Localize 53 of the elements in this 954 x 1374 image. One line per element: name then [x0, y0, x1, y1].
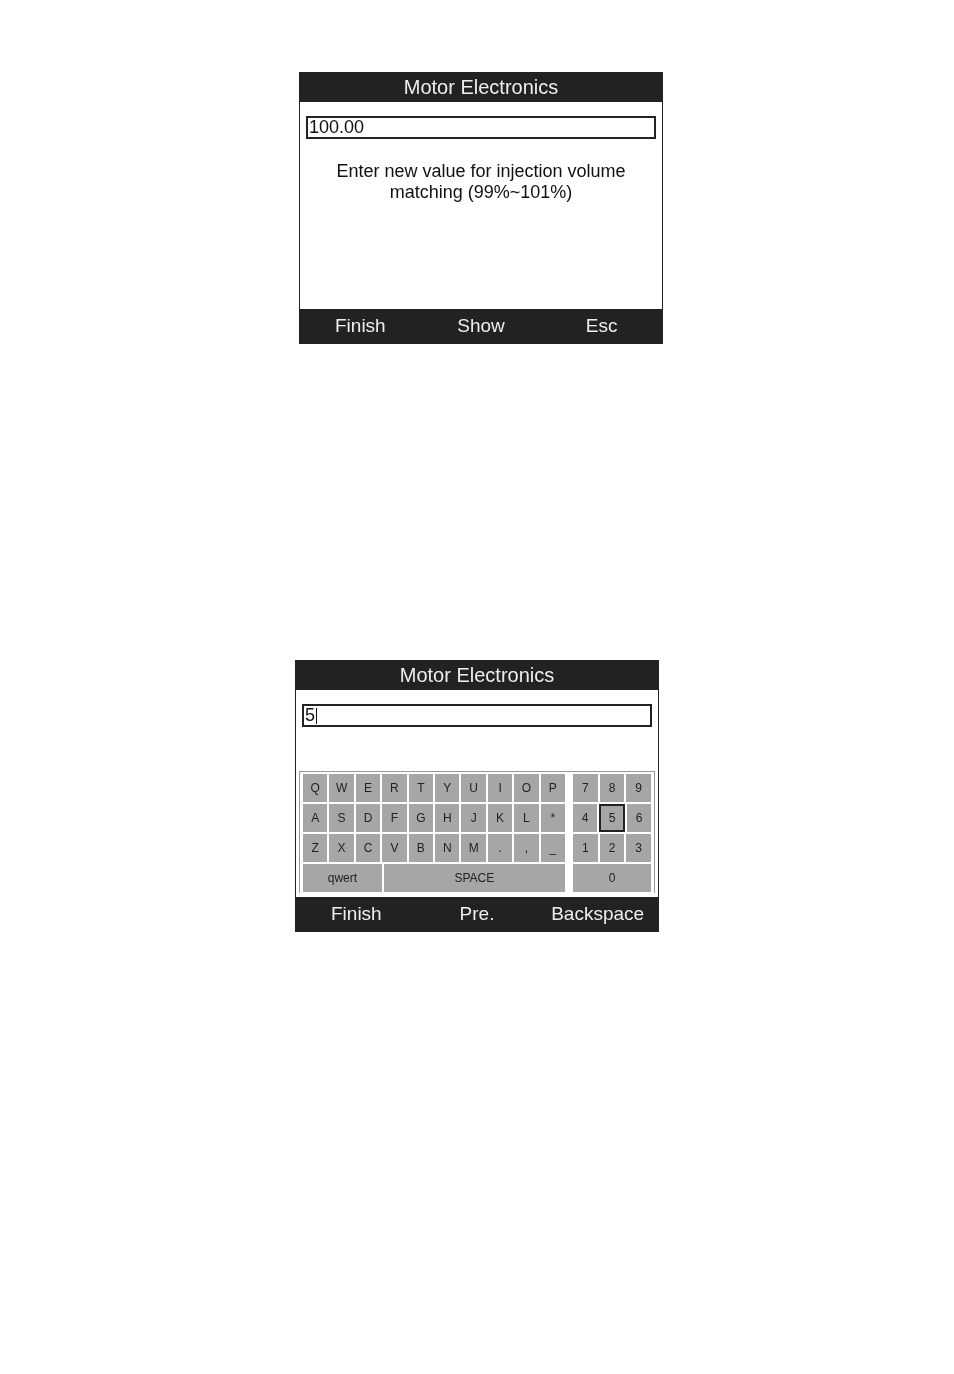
keyboard-key[interactable]: T	[408, 774, 434, 802]
keyboard-key[interactable]: U	[461, 774, 486, 802]
keyboard-key[interactable]: X	[329, 834, 354, 862]
keyboard-key[interactable]: 1	[573, 834, 598, 862]
keyboard-key[interactable]: 8	[599, 774, 625, 802]
keyboard-key[interactable]: 9	[626, 774, 651, 802]
keyboard-key[interactable]: S	[329, 804, 354, 832]
keyboard-key[interactable]: 6	[627, 804, 651, 832]
keyboard-key[interactable]: F	[382, 804, 407, 832]
instruction-text: Enter new value for injection volume matching (99%~101%)	[335, 161, 627, 203]
keyboard-key[interactable]: .	[487, 834, 513, 862]
softkey-button[interactable]: Backspace	[537, 903, 658, 925]
keyboard-key[interactable]: E	[355, 774, 381, 802]
keyboard-key[interactable]: C	[355, 834, 381, 862]
keyboard-key[interactable]: Z	[303, 834, 328, 862]
input-field[interactable]: 100.00	[306, 116, 656, 139]
keyboard-key[interactable]: qwert	[303, 864, 382, 892]
input-field[interactable]: 5	[302, 704, 652, 727]
keyboard-key[interactable]: *	[540, 804, 566, 832]
keyboard-key[interactable]: 2	[599, 834, 625, 862]
keyboard-key[interactable]: 7	[573, 774, 598, 802]
keyboard-key[interactable]: P	[540, 774, 566, 802]
keyboard-key[interactable]: _	[540, 834, 566, 862]
keyboard-key[interactable]: K	[487, 804, 513, 832]
keyboard-key[interactable]: V	[382, 834, 407, 862]
keyboard-key[interactable]: R	[382, 774, 407, 802]
keyboard-key[interactable]: N	[435, 834, 460, 862]
keyboard-key[interactable]: Y	[435, 774, 460, 802]
keyboard-key[interactable]: O	[514, 774, 539, 802]
keyboard-key[interactable]: A	[303, 804, 328, 832]
keyboard-key[interactable]: J	[461, 804, 486, 832]
keyboard-key[interactable]: L	[514, 804, 539, 832]
keyboard-key[interactable]: G	[408, 804, 434, 832]
keyboard-key[interactable]: B	[408, 834, 434, 862]
softkey-button[interactable]: Pre.	[416, 903, 538, 925]
softkey-button[interactable]: Finish	[296, 903, 417, 925]
keyboard-key[interactable]: 0	[573, 864, 651, 892]
keyboard-key[interactable]: D	[355, 804, 381, 832]
keyboard-key[interactable]: Q	[303, 774, 328, 802]
keyboard-key[interactable]: 5	[599, 804, 625, 832]
keyboard-key[interactable]: M	[461, 834, 486, 862]
keyboard-key[interactable]: SPACE	[383, 864, 565, 892]
keyboard-key[interactable]: I	[487, 774, 513, 802]
screen-title: Motor Electronics	[296, 661, 658, 690]
softkey-button[interactable]: Finish	[300, 315, 421, 337]
keyboard-key[interactable]: W	[329, 774, 354, 802]
screen-title: Motor Electronics	[300, 73, 662, 102]
softkey-button[interactable]: Show	[420, 315, 542, 337]
keyboard-key[interactable]: ,	[514, 834, 539, 862]
softkey-button[interactable]: Esc	[541, 315, 662, 337]
keyboard-key[interactable]: 3	[626, 834, 651, 862]
keyboard-key[interactable]: 4	[573, 804, 597, 832]
keyboard-key[interactable]: H	[435, 804, 460, 832]
